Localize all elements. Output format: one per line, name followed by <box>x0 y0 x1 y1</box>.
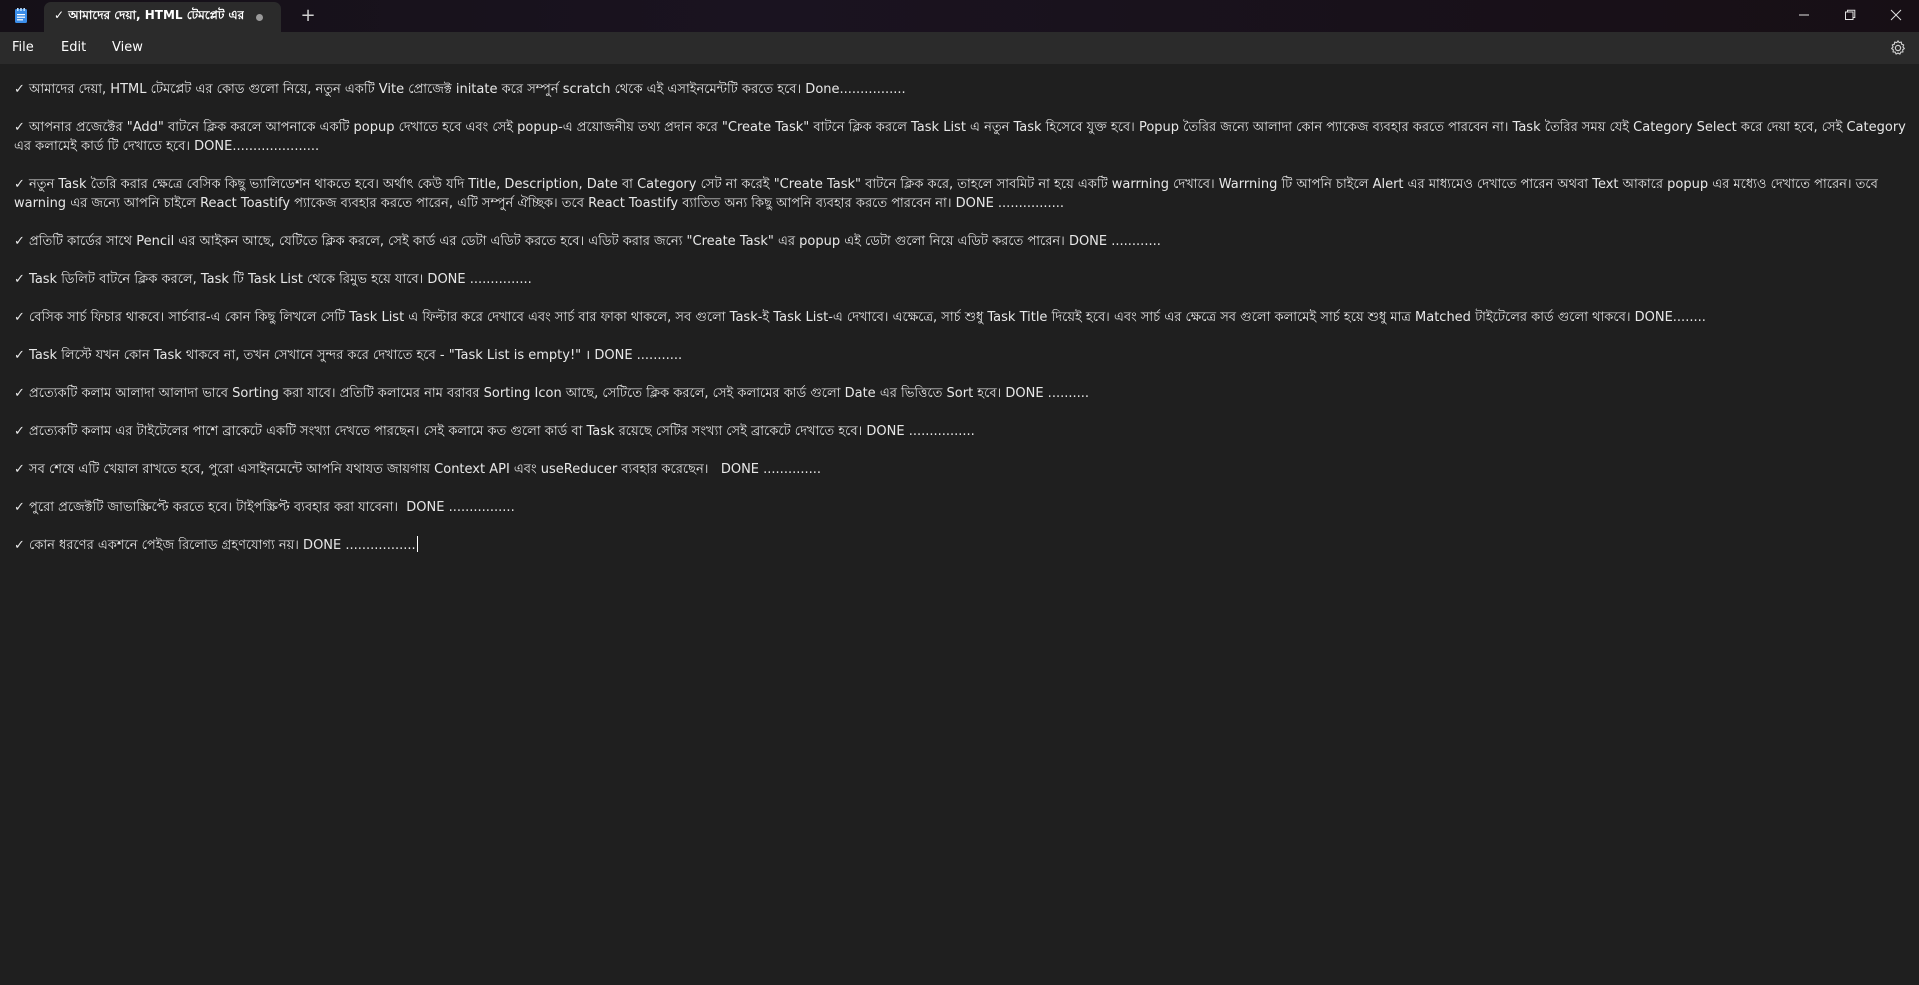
close-button[interactable] <box>1873 0 1919 30</box>
document-line-last: ✓ কোন ধরণের একশনে পেইজ রিলোড গ্রহণযোগ্য … <box>14 536 1913 555</box>
new-tab-button[interactable]: + <box>298 4 318 28</box>
tab-title: ✓ আমাদের দেয়া, HTML টেমপ্লেট এর <box>54 8 244 22</box>
document-line: ✓ আমাদের দেয়া, HTML টেমপ্লেট এর কোড গুল… <box>14 82 906 97</box>
notepad-app-icon <box>15 8 27 23</box>
gear-icon[interactable] <box>1889 39 1907 57</box>
unsaved-dot-icon[interactable] <box>256 14 263 21</box>
menu-view[interactable]: View <box>112 32 143 64</box>
minimize-button[interactable] <box>1781 0 1827 30</box>
document-line: ✓ Task লিস্টে যখন কোন Task থাকবে না, তখন… <box>14 348 683 363</box>
document-line: ✓ প্রত্যেকটি কলাম এর টাইটেলের পাশে ব্রাক… <box>14 424 975 439</box>
menu-file[interactable]: File <box>12 32 34 64</box>
menu-edit[interactable]: Edit <box>61 32 86 64</box>
document-line: ✓ বেসিক সার্চ ফিচার থাকবে। সার্চবার-এ কো… <box>14 310 1706 325</box>
document-line: ✓ আপনার প্রজেক্টের "Add" বাটনে ক্লিক করল… <box>14 120 1910 154</box>
document-line: ✓ পুরো প্রজেক্টটি জাভাস্ক্রিপ্টে করতে হব… <box>14 500 515 515</box>
document-line: ✓ প্রতিটি কার্ডের সাথে Pencil এর আইকন আছ… <box>14 234 1161 249</box>
document-line: ✓ সব শেষে এটি খেয়াল রাখতে হবে, পুরো এসা… <box>14 462 822 477</box>
minimize-icon <box>1799 14 1809 16</box>
document-line-text: ✓ কোন ধরণের একশনে পেইজ রিলোড গ্রহণযোগ্য … <box>14 538 416 553</box>
text-editor[interactable]: ✓ আমাদের দেয়া, HTML টেমপ্লেট এর কোড গুল… <box>0 64 1919 985</box>
document-line: ✓ নতুন Task তৈরি করার ক্ষেত্রে বেসিক কিছ… <box>14 177 1883 211</box>
document-line: ✓ প্রত্যেকটি কলাম আলাদা আলাদা ভাবে Sorti… <box>14 386 1090 401</box>
title-bar: ✓ আমাদের দেয়া, HTML টেমপ্লেট এর + <box>0 0 1919 32</box>
notepad-window: ✓ আমাদের দেয়া, HTML টেমপ্লেট এর + File … <box>0 0 1919 985</box>
document-tab[interactable]: ✓ আমাদের দেয়া, HTML টেমপ্লেট এর <box>44 2 281 32</box>
maximize-button[interactable] <box>1827 0 1873 30</box>
close-icon <box>1890 9 1902 21</box>
text-caret <box>416 536 418 552</box>
menu-bar: File Edit View <box>0 32 1919 64</box>
document-line: ✓ Task ডিলিট বাটনে ক্লিক করলে, Task টি T… <box>14 272 532 287</box>
restore-icon <box>1845 9 1856 20</box>
